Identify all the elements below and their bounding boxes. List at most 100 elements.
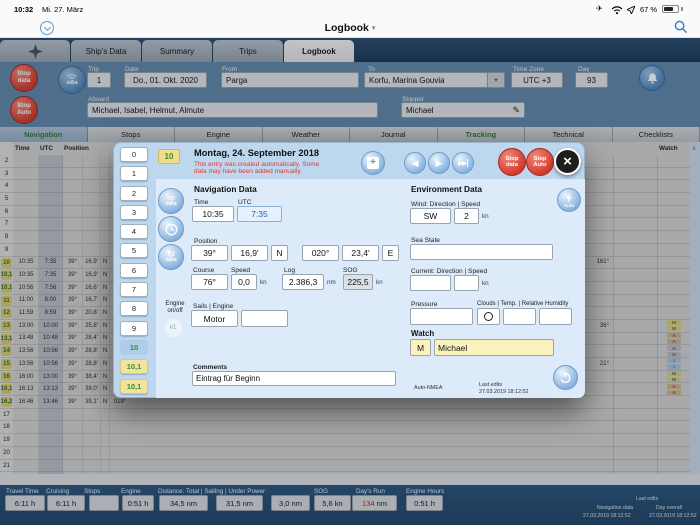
power-icon [559, 371, 572, 384]
clouds-temp-humidity-label: Clouds | Temp. | Relative Humidity [477, 301, 568, 307]
airplane-mode-icon: ✈ [596, 4, 603, 13]
entry-number-button[interactable]: 10,1 [120, 359, 148, 374]
battery-nub [681, 7, 683, 11]
pressure-label: Pressure [411, 301, 437, 308]
sails-field[interactable]: Motor [191, 310, 238, 327]
auto-button[interactable]: Auto [557, 188, 581, 212]
close-button[interactable]: × [554, 148, 581, 175]
lat-deg-field[interactable]: 39° [191, 245, 228, 261]
ns-field[interactable]: N [271, 245, 288, 261]
time-field[interactable]: 10:35 [192, 206, 234, 222]
time-now-button[interactable] [158, 216, 184, 242]
clouds-circle-icon [484, 312, 493, 321]
engine-lbl: Engine [165, 300, 184, 307]
ew-field[interactable]: E [382, 245, 399, 261]
entry-number-label: 0 [132, 150, 136, 159]
entry-date-title: Montag, 24. September 2018 [194, 148, 319, 158]
lightning-icon [565, 193, 573, 203]
page-title[interactable]: Logbook [325, 22, 369, 34]
sog-label: SOG [343, 267, 358, 274]
battery-percent: 67 % [640, 5, 657, 14]
entry-number-button[interactable]: 5 [120, 243, 148, 258]
data-button-label: data [165, 258, 176, 264]
log-unit: nm [327, 279, 336, 286]
entry-number-button[interactable]: 1 [120, 166, 148, 181]
next-entry-button[interactable]: ▶ [428, 152, 450, 174]
prev-entry-button[interactable]: ◀ [404, 152, 426, 174]
status-date: Mi. 27. März [42, 5, 83, 14]
wind-label: Wind: Direction | Speed [411, 201, 480, 208]
refresh-data-button[interactable]: ↻ data [158, 244, 184, 270]
wifi-icon [611, 5, 623, 16]
entry-number-button[interactable]: 10 [120, 340, 148, 355]
status-time: 10:32 [14, 5, 33, 14]
close-icon: × [563, 153, 572, 170]
pressure-field[interactable] [410, 308, 473, 325]
last-edits-value: 27.03.2019 18:12:52 [479, 389, 528, 395]
sog-field[interactable]: 225,5 [343, 274, 373, 290]
entry-number-button[interactable]: 6 [120, 263, 148, 278]
lat-min-field[interactable]: 16,9' [231, 245, 268, 261]
lon-deg-field[interactable]: 020° [302, 245, 339, 261]
course-field[interactable]: 76° [191, 274, 228, 290]
entry-number-button[interactable]: 0 [120, 147, 148, 162]
watch-code-field[interactable]: M [410, 339, 431, 356]
entry-number-button[interactable]: 7 [120, 282, 148, 297]
entry-number-label: 10,1 [127, 362, 142, 371]
title-bar: Logbook ▾ [0, 19, 700, 38]
current-unit: kn [482, 280, 489, 287]
entry-number-label: 10 [130, 343, 138, 352]
speed-unit: kn [260, 279, 267, 286]
entry-number-button[interactable]: 4 [120, 224, 148, 239]
watch-name-field[interactable]: Michael [434, 339, 554, 356]
last-entry-button[interactable]: ▶▶ [452, 152, 474, 174]
add-page-button[interactable]: + [361, 151, 385, 175]
sea-state-field[interactable] [410, 244, 553, 260]
entry-number-label: 6 [132, 266, 136, 275]
power-button[interactable] [553, 365, 578, 390]
app-screen: 10:32 Mi. 27. März ✈ 67 % Logbook ▾ Ship… [0, 0, 700, 525]
entry-number-button[interactable]: 10,1 [120, 379, 148, 394]
stop-lbl2: Auto [533, 162, 546, 168]
speed-field[interactable]: 0,0 [231, 274, 257, 290]
nmea-data-button[interactable]: data [158, 188, 184, 214]
entry-number-button[interactable]: 9 [120, 321, 148, 336]
log-field[interactable]: 2.386,3 [282, 274, 324, 290]
comments-field[interactable]: Eintrag für Beginn [192, 371, 396, 386]
entry-number-label: 10,1 [127, 382, 142, 391]
entry-number-label: 5 [132, 246, 136, 255]
auto-notice-line2: data may have been added manually. [194, 168, 302, 175]
wind-dir-field[interactable]: SW [410, 208, 451, 224]
clock-icon [164, 222, 179, 237]
engine-lbl2: on/off [167, 307, 182, 314]
engine-number-badge[interactable]: #1 [164, 319, 182, 337]
entry-number-button[interactable]: 8 [120, 301, 148, 316]
entry-dialog: 0 1 2 3 4 5 6 7 8 9 10 10,1 [113, 142, 585, 398]
lon-min-field[interactable]: 23,4' [342, 245, 379, 261]
auto-nmea-label: Auto-NMEA [414, 385, 442, 391]
entry-number-label: 1 [132, 169, 136, 178]
utc-field[interactable]: 7:35 [237, 206, 282, 222]
current-dir-field[interactable] [410, 275, 451, 291]
sync-button[interactable] [40, 21, 54, 35]
wind-speed-field[interactable]: 2 [454, 208, 479, 224]
entry-number-list: 0 1 2 3 4 5 6 7 8 9 10 10,1 [120, 147, 148, 394]
title-caret-icon: ▾ [372, 24, 376, 32]
environment-data-heading: Environment Data [411, 184, 482, 194]
clouds-field[interactable] [477, 308, 500, 325]
entry-number-button[interactable]: 2 [120, 186, 148, 201]
entry-number-label: 2 [132, 189, 136, 198]
last-edits-label: Last edits [479, 382, 502, 388]
search-icon[interactable] [674, 20, 688, 39]
current-label: Current: Direction | Speed [411, 268, 487, 275]
engine-field[interactable] [241, 310, 288, 327]
entry-badge: 10 [158, 149, 180, 164]
humidity-field[interactable] [539, 308, 572, 325]
dialog-stop-data-button[interactable]: Stopdata [498, 148, 526, 176]
battery-icon [662, 5, 679, 13]
current-speed-field[interactable] [454, 275, 479, 291]
entry-number-button[interactable]: 3 [120, 205, 148, 220]
dialog-stop-auto-button[interactable]: StopAuto [526, 148, 554, 176]
temp-field[interactable] [503, 308, 536, 325]
wind-unit: kn [482, 213, 489, 220]
